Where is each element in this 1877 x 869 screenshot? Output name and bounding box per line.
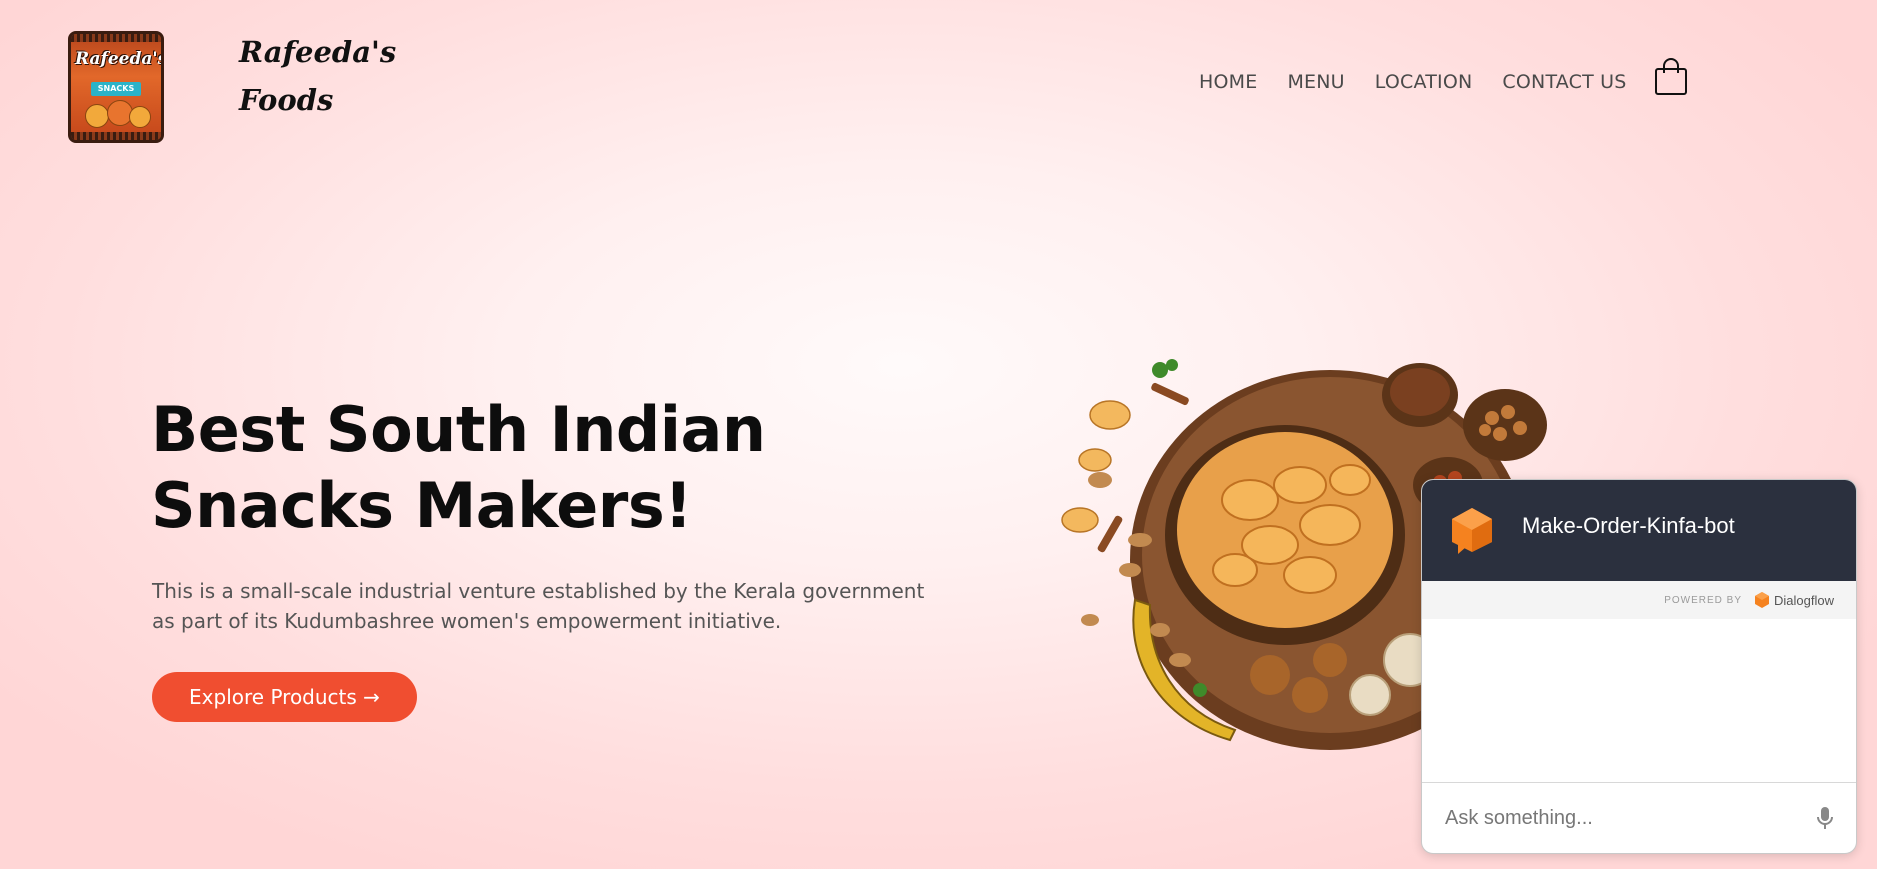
shopping-bag-icon[interactable] — [1654, 58, 1688, 96]
logo-chip — [85, 104, 109, 128]
brand-name[interactable]: Rafeeda's Foods — [239, 28, 399, 124]
powered-by-bar: POWERED BY Dialogflow — [1422, 581, 1856, 619]
microphone-icon[interactable] — [1816, 805, 1834, 831]
logo[interactable]: Rafeeda's SNACKS — [68, 31, 164, 143]
logo-brand-text: Rafeeda's — [75, 49, 164, 69]
nav-contact-us[interactable]: CONTACT US — [1502, 68, 1626, 96]
nav-menu[interactable]: MENU — [1287, 68, 1344, 96]
chat-widget: Make-Order-Kinfa-bot POWERED BY Dialogfl… — [1421, 479, 1857, 854]
logo-crimp-bottom — [71, 132, 161, 140]
logo-crimp-top — [71, 34, 161, 42]
brand-name-line2: Foods — [239, 83, 334, 117]
chat-input-row — [1422, 782, 1856, 853]
chat-messages — [1422, 619, 1856, 783]
dialogflow-bot-icon — [1452, 508, 1492, 554]
chat-header[interactable]: Make-Order-Kinfa-bot — [1422, 480, 1856, 581]
chat-title: Make-Order-Kinfa-bot — [1522, 513, 1735, 538]
explore-products-button[interactable]: Explore Products → — [152, 672, 417, 722]
logo-tag: SNACKS — [91, 82, 141, 96]
chat-input[interactable] — [1443, 805, 1787, 831]
powered-by-label: POWERED BY — [1664, 594, 1743, 606]
nav-location[interactable]: LOCATION — [1375, 68, 1473, 96]
brand-name-line1: Rafeeda's — [239, 35, 397, 69]
dialogflow-logo-icon — [1755, 592, 1770, 608]
logo-chip — [129, 106, 151, 128]
hero-title: Best South Indian Snacks Makers! — [151, 393, 766, 542]
hero-description: This is a small-scale industrial venture… — [152, 579, 925, 633]
nav-home[interactable]: HOME — [1199, 68, 1257, 96]
main-nav: HOME MENU LOCATION CONTACT US — [1199, 68, 1657, 96]
dialogflow-label: Dialogflow — [1774, 592, 1834, 608]
